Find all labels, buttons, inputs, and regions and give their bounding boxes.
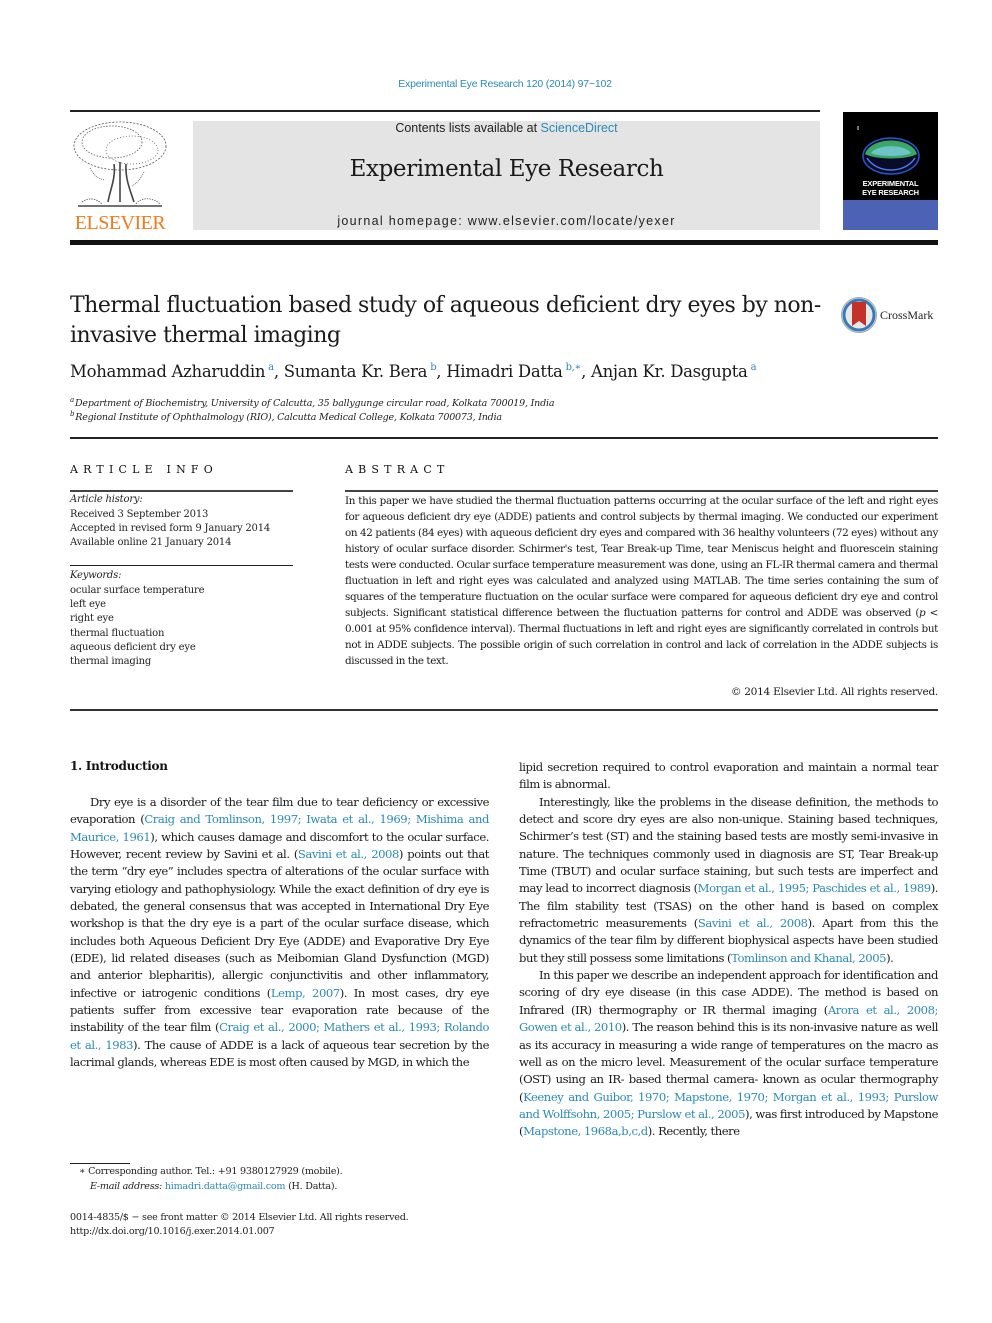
paragraph: Interestingly, like the problems in the … [519, 794, 938, 967]
journal-homepage: journal homepage: www.elsevier.com/locat… [193, 214, 820, 228]
body-column-left: Dry eye is a disorder of the tear film d… [70, 794, 489, 1072]
keywords-label: Keywords: [70, 570, 122, 581]
keyword: aqueous deficient dry eye [70, 642, 196, 653]
divider [70, 437, 938, 439]
keyword: ocular surface temperature [70, 585, 205, 596]
email-link[interactable]: himadri.datta@gmail.com [165, 1181, 286, 1192]
header-thick-rule [70, 240, 938, 245]
author-separator: , [581, 362, 591, 381]
paragraph: Dry eye is a disorder of the tear film d… [70, 794, 489, 1072]
author-list: Mohammad Azharuddin a, Sumanta Kr. Bera b,… [70, 362, 940, 381]
citation-link[interactable]: Tomlinson and Khanal, 2005 [731, 951, 886, 965]
issn-line: 0014-4835/$ − see front matter © 2014 El… [70, 1212, 409, 1223]
history-accepted: Accepted in revised form 9 January 2014 [70, 523, 271, 534]
keyword: left eye [70, 599, 106, 610]
article-title: Thermal fluctuation based study of aqueo… [70, 293, 821, 348]
paragraph-text: lipid secretion required to control evap… [519, 760, 938, 792]
email-suffix: (H. Datta). [285, 1181, 338, 1192]
author-name[interactable]: Anjan Kr. Dasgupta [591, 362, 748, 381]
author-name[interactable]: Himadri Datta [446, 362, 563, 381]
divider [70, 709, 938, 711]
email-note: E-mail address: himadri.datta@gmail.com … [70, 1180, 337, 1194]
corresponding-author-note: ∗ Corresponding author. Tel.: +91 938012… [79, 1166, 343, 1177]
abstract-body: In this paper we have studied the therma… [345, 494, 938, 669]
affiliation-a: aDepartment of Biochemistry, University … [70, 396, 554, 409]
divider [345, 490, 938, 492]
affiliation-b: bRegional Institute of Ophthalmology (RI… [70, 410, 502, 423]
elsevier-wordmark[interactable]: ELSEVIER [70, 212, 170, 235]
paragraph-text: ). Recently, there [647, 1124, 740, 1139]
keyword: right eye [70, 613, 114, 624]
article-info-heading: ARTICLE INFO [70, 463, 218, 476]
footnote-rule [70, 1163, 130, 1164]
keyword: thermal fluctuation [70, 628, 165, 639]
author-separator: , [273, 362, 284, 381]
homepage-url-link[interactable]: www.elsevier.com/locate/yexer [468, 214, 676, 228]
affiliation-text: Department of Biochemistry, University o… [74, 398, 555, 409]
cover-title-line2: EYE RESEARCH [862, 188, 919, 197]
contents-prefix: Contents lists available at [395, 121, 541, 135]
author-name[interactable]: Sumanta Kr. Bera [284, 362, 428, 381]
affiliation-text: Regional Institute of Ophthalmology (RIO… [75, 412, 502, 423]
cover-band [843, 200, 938, 230]
paragraph: In this paper we describe an independent… [519, 967, 938, 1140]
homepage-prefix: journal homepage: [337, 214, 468, 228]
journal-name: Experimental Eye Research [349, 156, 664, 182]
sciencedirect-link[interactable]: ScienceDirect [541, 121, 618, 135]
divider [70, 565, 293, 566]
author-name[interactable]: Mohammad Azharuddin [70, 362, 265, 381]
history-received: Received 3 September 2013 [70, 509, 209, 520]
eye-globe-icon [857, 126, 920, 175]
author-affiliation-marker[interactable]: b,∗ [566, 362, 582, 373]
citation-link[interactable]: Mapstone, 1968a,b,c,d [523, 1124, 648, 1138]
abstract-copyright: © 2014 Elsevier Ltd. All rights reserved… [730, 686, 938, 698]
citation-link[interactable]: Lemp, 2007 [271, 986, 340, 1000]
paragraph-text: ). The cause of ADDE is a lack of aqueou… [70, 1037, 489, 1070]
affiliation-marker: a [70, 396, 74, 404]
citation-link[interactable]: Savini et al., 2008 [298, 847, 399, 861]
journal-citation-link[interactable]: Experimental Eye Research 120 (2014) 97−… [0, 78, 992, 90]
cover-title-line1: EXPERIMENTAL [862, 179, 919, 188]
abstract-heading: ABSTRACT [345, 463, 450, 476]
affiliation-marker: b [70, 410, 75, 418]
crossmark-icon [841, 297, 877, 333]
author-separator: , [436, 362, 447, 381]
divider [70, 490, 293, 492]
journal-cover-thumbnail[interactable]: EXPERIMENTAL EYE RESEARCH [843, 112, 938, 230]
article-history-label: Article history: [70, 494, 143, 505]
email-label: E-mail address: [90, 1181, 165, 1192]
crossmark-label[interactable]: CrossMark [880, 308, 933, 323]
abstract-text-part: In this paper we have studied the therma… [345, 495, 938, 619]
doi-link[interactable]: http://dx.doi.org/10.1016/j.exer.2014.01… [70, 1225, 275, 1239]
keyword: thermal imaging [70, 656, 152, 667]
paragraph-text: ) points out that the term “dry eye” inc… [70, 847, 489, 1000]
body-column-right: lipid secretion required to control evap… [519, 759, 938, 1141]
section-heading-introduction: 1. Introduction [70, 759, 168, 773]
header-top-rule [70, 110, 820, 112]
cover-title: EXPERIMENTAL EYE RESEARCH [843, 179, 938, 197]
citation-link[interactable]: Savini et al., 2008 [698, 916, 808, 930]
paragraph-text: ). [886, 950, 894, 965]
citation-link[interactable]: Morgan et al., 1995; Paschides et al., 1… [698, 881, 931, 895]
cover-publisher-mark [857, 126, 859, 130]
history-online: Available online 21 January 2014 [70, 537, 232, 548]
paragraph: lipid secretion required to control evap… [519, 759, 938, 794]
author-affiliation-marker[interactable]: a [751, 362, 757, 373]
contents-availability: Contents lists available at ScienceDirec… [193, 121, 820, 135]
